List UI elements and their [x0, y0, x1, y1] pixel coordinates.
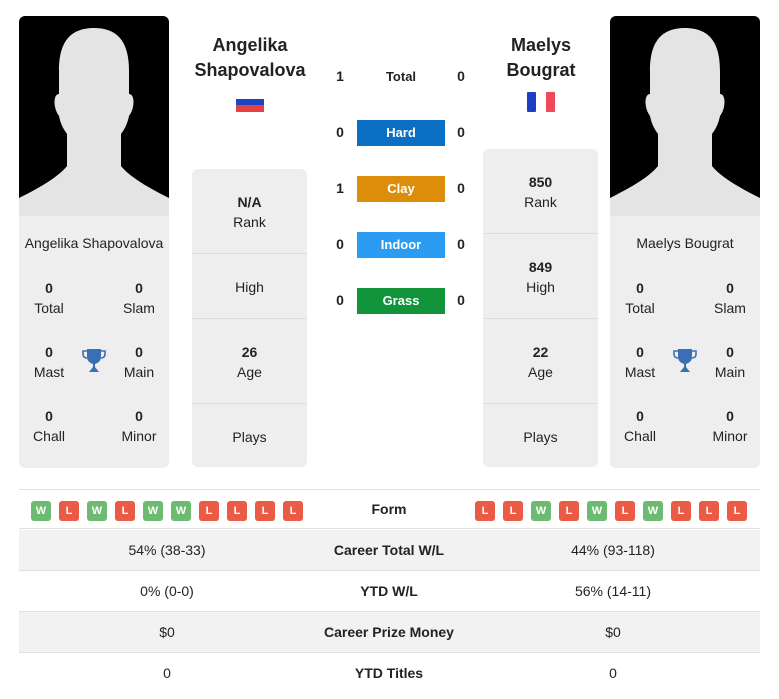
- title-minor: 0 Minor: [121, 408, 157, 444]
- title-chall: 0 Chall: [624, 408, 656, 444]
- form-loss-badge[interactable]: L: [475, 501, 495, 521]
- form-win-badge[interactable]: W: [87, 501, 107, 521]
- form-loss-badge[interactable]: L: [671, 501, 691, 521]
- player2-photo: [610, 16, 760, 216]
- trophy-icon: [82, 349, 106, 372]
- comparison-row-ytd-wl: 0% (0-0) YTD W/L 56% (14-11): [19, 571, 760, 612]
- form-loss-badge[interactable]: L: [199, 501, 219, 521]
- form-loss-badge[interactable]: L: [227, 501, 247, 521]
- title-total: 0 Total: [34, 280, 64, 316]
- surface-grass-button[interactable]: Grass: [357, 288, 445, 314]
- form-row: WLWLWWLLLL Form LLWLWLWLLL: [19, 489, 760, 529]
- player2-card: Maelys Bougrat 0 Total 0 Slam 0 Mast 0 Main …: [610, 16, 760, 468]
- title-mast: 0 Mast: [624, 344, 656, 380]
- surface-clay-button[interactable]: Clay: [357, 176, 445, 202]
- player1-card: Angelika Shapovalova 0 Total 0 Slam 0 Mast …: [19, 16, 169, 468]
- comparison-row-ytd-titles: 0 YTD Titles 0: [163, 665, 617, 681]
- h2h-grass: 0 Grass 0: [330, 288, 470, 314]
- comparison-row-career-total: 54% (38-33) Career Total W/L 44% (93-118…: [19, 530, 760, 571]
- title-slam: 0 Slam: [123, 280, 155, 316]
- form-loss-badge[interactable]: L: [115, 501, 135, 521]
- stat-rank: N/A Rank: [233, 194, 266, 230]
- player1-photo-name: Angelika Shapovalova: [24, 235, 164, 251]
- divider: [192, 318, 307, 319]
- form-loss-badge[interactable]: L: [503, 501, 523, 521]
- surface-indoor-button[interactable]: Indoor: [357, 232, 445, 258]
- form-win-badge[interactable]: W: [531, 501, 551, 521]
- avatar-silhouette-icon: [19, 28, 169, 216]
- title-main: 0 Main: [714, 344, 746, 380]
- player2-stats: 850 Rank 849 High 22 Age Plays: [483, 149, 598, 467]
- comparison-row-prize-money: $0 Career Prize Money $0: [19, 612, 760, 653]
- title-main: 0 Main: [123, 344, 155, 380]
- avatar-silhouette-icon: [610, 28, 760, 216]
- form-win-badge[interactable]: W: [31, 501, 51, 521]
- form-loss-badge[interactable]: L: [699, 501, 719, 521]
- title-minor: 0 Minor: [712, 408, 748, 444]
- h2h-clay: 1 Clay 0: [330, 176, 470, 202]
- player2-name[interactable]: Maelys Bougrat: [471, 33, 611, 83]
- h2h-total: 1 Total 0: [336, 68, 465, 84]
- player1-name[interactable]: Angelika Shapovalova: [180, 33, 320, 83]
- form-loss-badge[interactable]: L: [727, 501, 747, 521]
- stat-age: 22 Age: [528, 344, 553, 380]
- form-label: Form: [371, 501, 407, 517]
- divider: [483, 318, 598, 319]
- form-loss-badge[interactable]: L: [255, 501, 275, 521]
- russia-flag-icon: [236, 98, 264, 112]
- france-flag-icon: [527, 92, 555, 112]
- form-win-badge[interactable]: W: [587, 501, 607, 521]
- title-mast: 0 Mast: [33, 344, 65, 380]
- stat-plays: Plays: [523, 429, 558, 445]
- trophy-icon: [673, 349, 697, 372]
- stat-age: 26 Age: [237, 344, 262, 380]
- stat-plays: Plays: [232, 429, 267, 445]
- divider: [483, 403, 598, 404]
- divider: [192, 253, 307, 254]
- divider: [192, 403, 307, 404]
- stat-high: High: [235, 279, 264, 295]
- form-win-badge[interactable]: W: [643, 501, 663, 521]
- surface-hard-button[interactable]: Hard: [357, 120, 445, 146]
- form-loss-badge[interactable]: L: [59, 501, 79, 521]
- title-slam: 0 Slam: [714, 280, 746, 316]
- h2h-indoor: 0 Indoor 0: [330, 232, 470, 258]
- form-loss-badge[interactable]: L: [559, 501, 579, 521]
- stat-high: 849 High: [526, 259, 555, 295]
- title-chall: 0 Chall: [33, 408, 65, 444]
- form-win-badge[interactable]: W: [143, 501, 163, 521]
- stat-rank: 850 Rank: [524, 174, 557, 210]
- player1-photo: [19, 16, 169, 216]
- form-loss-badge[interactable]: L: [283, 501, 303, 521]
- title-total: 0 Total: [625, 280, 655, 316]
- player1-stats: N/A Rank High 26 Age Plays: [192, 169, 307, 467]
- form-win-badge[interactable]: W: [171, 501, 191, 521]
- player2-photo-name: Maelys Bougrat: [636, 235, 734, 251]
- form-loss-badge[interactable]: L: [615, 501, 635, 521]
- h2h-hard: 0 Hard 0: [330, 120, 470, 146]
- divider: [483, 233, 598, 234]
